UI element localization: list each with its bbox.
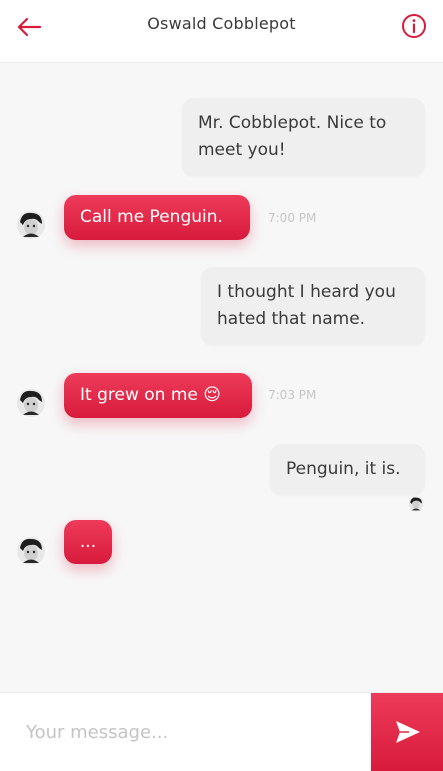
outgoing-message: I thought I heard you hated that name. <box>201 267 425 345</box>
message-text: It grew on me 😌 <box>80 385 221 405</box>
info-icon[interactable] <box>401 13 427 39</box>
avatar <box>17 211 45 239</box>
outgoing-message: Mr. Cobblepot. Nice to meet you! <box>182 98 425 176</box>
composer-bar <box>0 692 443 771</box>
message-input[interactable] <box>0 693 370 771</box>
message-text: I thought I heard you hated that name. <box>217 282 396 329</box>
avatar <box>17 389 45 417</box>
message-list: Mr. Cobblepot. Nice to meet you! Call me… <box>0 62 443 692</box>
message-text: ... <box>79 532 97 552</box>
incoming-message: Call me Penguin. <box>64 195 250 240</box>
message-text: Call me Penguin. <box>80 207 223 227</box>
read-receipt-avatar <box>408 496 424 512</box>
outgoing-message: Penguin, it is. <box>270 444 425 495</box>
send-button[interactable] <box>371 693 443 771</box>
message-timestamp: 7:03 PM <box>268 388 317 402</box>
chat-header: Oswald Cobblepot <box>0 0 443 63</box>
avatar <box>17 537 45 565</box>
message-text: Penguin, it is. <box>286 459 401 479</box>
message-timestamp: 7:00 PM <box>268 211 317 225</box>
send-icon <box>396 721 420 743</box>
message-text: Mr. Cobblepot. Nice to meet you! <box>198 113 387 160</box>
contact-name: Oswald Cobblepot <box>147 14 296 33</box>
typing-indicator: ... <box>64 520 112 564</box>
incoming-message: It grew on me 😌 <box>64 373 252 418</box>
